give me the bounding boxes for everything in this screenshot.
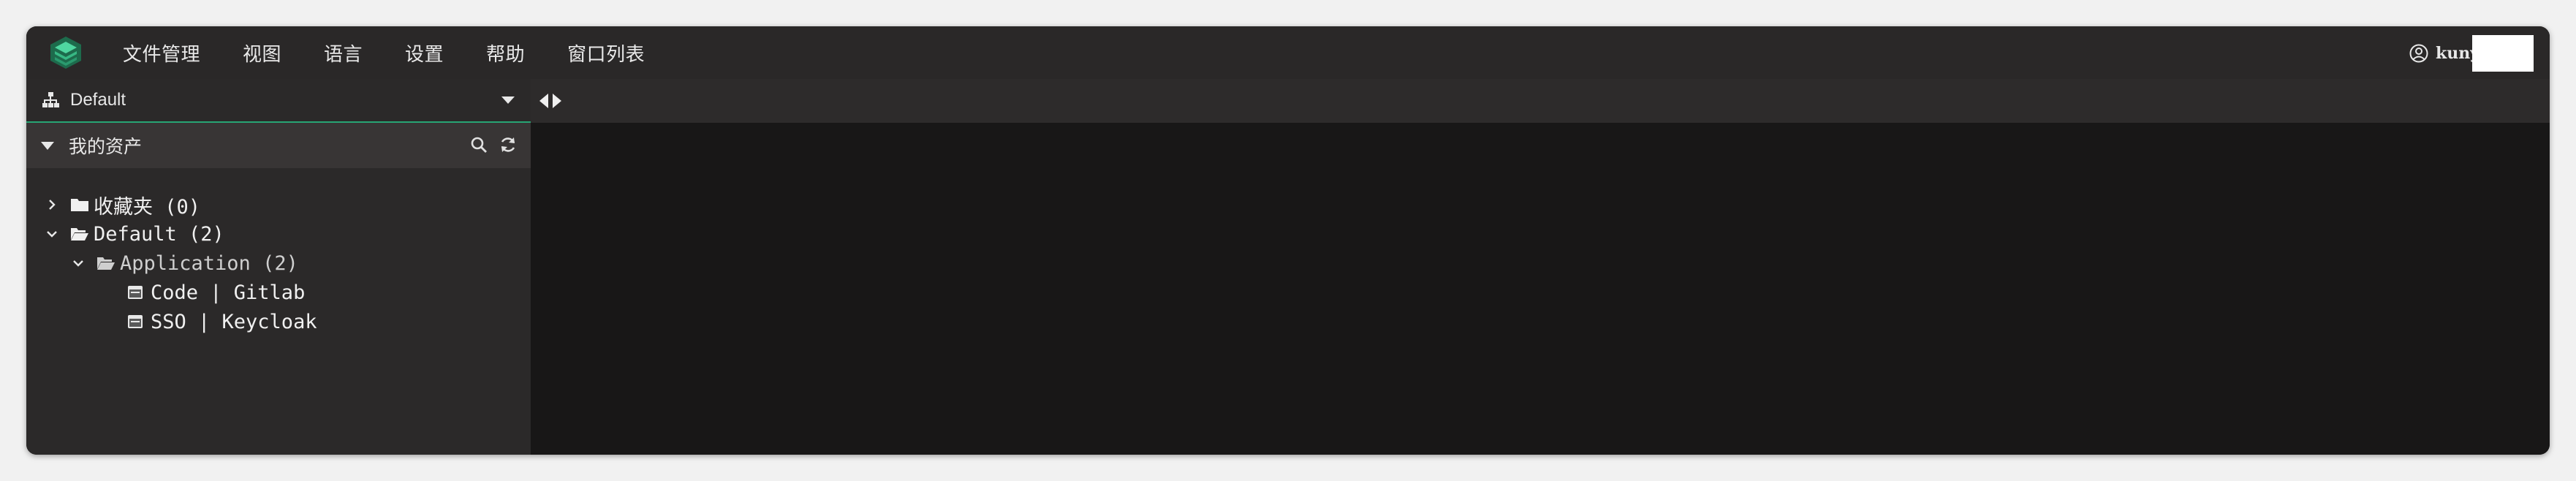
app-window: 文件管理 视图 语言 设置 帮助 窗口列表 kuny Default 我的资产 … (26, 26, 2550, 455)
main-workspace (531, 79, 2550, 455)
tree-node-label: Code | Gitlab (151, 281, 306, 304)
tab-scroll-arrows (539, 94, 561, 108)
menu-language[interactable]: 语言 (324, 39, 363, 67)
tree-node-favorites[interactable]: 收藏夹 (0) (45, 192, 201, 219)
tree-node-application[interactable]: Application (2) (72, 250, 298, 276)
workspace-label: Default (70, 90, 126, 110)
caret-down-icon (41, 141, 54, 150)
arrow-right-icon[interactable] (553, 94, 561, 108)
tree-node-label: Default (2) (94, 222, 224, 246)
chevron-down-icon[interactable] (72, 257, 85, 270)
search-icon[interactable] (469, 135, 488, 154)
tree-node-default[interactable]: Default (2) (45, 221, 224, 247)
tree-node-sso-keycloak[interactable]: SSO | Keycloak (127, 308, 317, 335)
menu-settings[interactable]: 设置 (405, 39, 444, 67)
workspace-selector[interactable]: Default (26, 79, 531, 123)
assets-header[interactable]: 我的资产 (26, 123, 531, 168)
arrow-left-icon[interactable] (539, 94, 548, 108)
tree-node-label: 收藏夹 (0) (94, 195, 201, 219)
app-icon (128, 315, 143, 328)
folder-icon (71, 199, 88, 211)
tab-bar (531, 79, 2550, 123)
assets-title: 我的资产 (69, 136, 143, 157)
logo-icon (45, 32, 86, 73)
sitemap-icon (42, 92, 59, 107)
caret-down-icon (501, 96, 515, 104)
menu-file-management[interactable]: 文件管理 (123, 39, 200, 67)
folder-open-icon (97, 257, 115, 270)
menu-view[interactable]: 视图 (243, 39, 281, 67)
refresh-icon[interactable] (499, 135, 518, 154)
chevron-down-icon[interactable] (45, 227, 58, 240)
tree-node-label: Application (2) (120, 251, 298, 275)
sidebar: Default 我的资产 收藏夹 (0) Default (2) Applica… (26, 79, 531, 455)
folder-open-icon (71, 228, 88, 240)
app-icon (128, 286, 143, 299)
menu-help[interactable]: 帮助 (486, 39, 525, 67)
user-circle-icon (2409, 44, 2428, 63)
tree-node-code-gitlab[interactable]: Code | Gitlab (127, 279, 305, 306)
user-name-redaction (2472, 35, 2534, 72)
tree-node-label: SSO | Keycloak (151, 310, 317, 333)
menu-bar: 文件管理 视图 语言 设置 帮助 窗口列表 kuny (26, 26, 2550, 79)
chevron-right-icon[interactable] (45, 198, 58, 211)
menu-window-list[interactable]: 窗口列表 (567, 39, 645, 67)
user-menu[interactable]: kuny (2409, 35, 2534, 72)
